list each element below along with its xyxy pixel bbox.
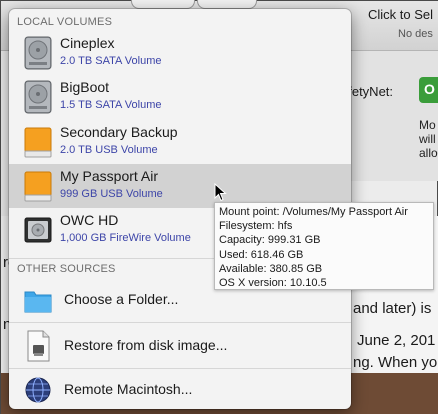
volume-item-secondary-backup[interactable]: Secondary Backup 2.0 TB USB Volume	[9, 120, 351, 164]
tooltip-os-version: OS X version: 10.10.5	[219, 277, 327, 290]
volume-detail: 2.0 TB SATA Volume	[60, 55, 162, 67]
volume-name: Secondary Backup	[60, 124, 178, 140]
volume-detail: 2.0 TB USB Volume	[60, 144, 158, 156]
side-text: allo	[419, 146, 438, 160]
other-sources-header: OTHER SOURCES	[17, 263, 116, 275]
toolbar-pill	[197, 0, 257, 9]
side-text: will	[419, 132, 436, 146]
doc-line: ng. When yo	[353, 354, 438, 371]
internal-hard-drive-icon	[24, 80, 52, 114]
volume-info-tooltip: Mount point: /Volumes/My Passport Air Fi…	[214, 202, 434, 290]
external-usb-drive-icon	[24, 127, 52, 158]
remote-macintosh-label: Remote Macintosh...	[64, 381, 193, 397]
tooltip-filesystem: Filesystem: hfs	[219, 220, 293, 233]
volume-name: OWC HD	[60, 212, 119, 228]
side-text: Mo	[419, 118, 436, 132]
tooltip-available: Available: 380.85 GB	[219, 262, 323, 275]
disk-image-icon	[27, 330, 50, 362]
doc-line: June 2, 201	[357, 332, 436, 349]
restore-disk-image-item[interactable]: Restore from disk image...	[9, 323, 351, 367]
remote-macintosh-item[interactable]: Remote Macintosh...	[9, 367, 351, 409]
volume-name: My Passport Air	[60, 168, 159, 184]
firewire-drive-icon	[24, 217, 52, 243]
mouse-cursor-icon	[214, 183, 227, 202]
network-globe-icon	[25, 377, 51, 403]
safetynet-toggle[interactable]: O	[419, 77, 438, 103]
volume-detail: 1.5 TB SATA Volume	[60, 99, 162, 111]
doc-line: and later) is	[353, 300, 432, 317]
choose-folder-label: Choose a Folder...	[64, 291, 179, 307]
tooltip-mount-point: Mount point: /Volumes/My Passport Air	[219, 206, 408, 218]
external-usb-drive-icon	[24, 171, 52, 202]
restore-disk-image-label: Restore from disk image...	[64, 337, 228, 353]
no-destination-label: No des	[398, 28, 433, 40]
internal-hard-drive-icon	[24, 36, 52, 70]
volume-name: BigBoot	[60, 79, 110, 95]
tooltip-capacity: Capacity: 999.31 GB	[219, 234, 321, 247]
destination-click-label[interactable]: Click to Sel	[368, 7, 433, 22]
tooltip-used: Used: 618.46 GB	[219, 248, 304, 261]
volume-name: Cineplex	[60, 35, 115, 51]
volume-detail: 999 GB USB Volume	[60, 188, 163, 200]
volume-item-cineplex[interactable]: Cineplex 2.0 TB SATA Volume	[9, 31, 351, 75]
toolbar-pill	[131, 0, 195, 9]
volume-item-bigboot[interactable]: BigBoot 1.5 TB SATA Volume	[9, 75, 351, 119]
local-volumes-header: LOCAL VOLUMES	[17, 16, 113, 28]
volume-detail: 1,000 GB FireWire Volume	[60, 232, 191, 244]
folder-icon	[24, 291, 52, 313]
